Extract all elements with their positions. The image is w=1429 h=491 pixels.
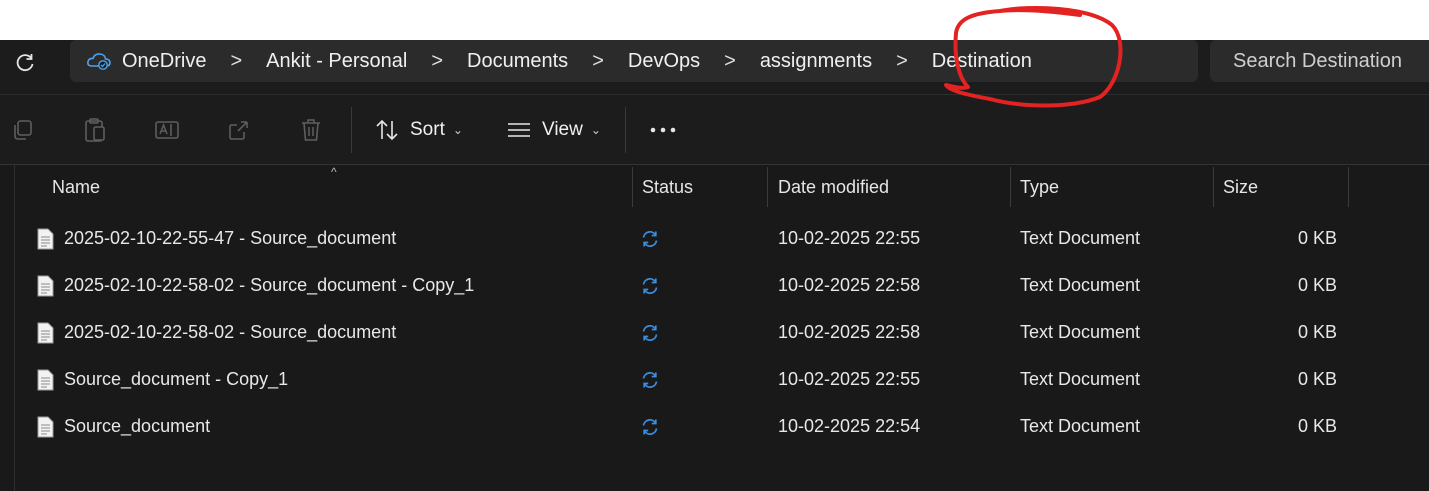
column-header-date[interactable]: Date modified: [778, 165, 889, 209]
file-name: 2025-02-10-22-58-02 - Source_document - …: [64, 275, 475, 295]
sort-icon: [376, 119, 398, 141]
file-date: 10-02-2025 22:58: [778, 322, 921, 342]
breadcrumb-separator[interactable]: >: [230, 50, 242, 73]
sync-pending-icon: [642, 230, 658, 247]
sync-pending-icon: [642, 371, 658, 388]
view-label: View: [542, 119, 583, 140]
refresh-button[interactable]: [10, 48, 40, 78]
column-header-type[interactable]: Type: [1020, 165, 1059, 209]
file-date: 10-02-2025 22:55: [778, 228, 921, 248]
sort-label: Sort: [410, 119, 445, 140]
file-type: Text Document: [1020, 322, 1141, 342]
more-options-button[interactable]: [648, 117, 678, 143]
share-button[interactable]: [226, 117, 252, 143]
file-name: Source_document - Copy_1: [64, 369, 289, 389]
toolbar-separator: [625, 107, 626, 153]
toolbar-separator: [351, 107, 352, 153]
share-icon: [229, 121, 248, 140]
onedrive-icon: [86, 51, 112, 71]
column-header-status[interactable]: Status: [642, 165, 693, 209]
breadcrumb-separator[interactable]: >: [431, 50, 443, 73]
text-file-icon: [37, 369, 54, 390]
table-row[interactable]: Source_document - Copy_1 10-02-2025 22:5…: [0, 356, 1429, 403]
file-type: Text Document: [1020, 228, 1141, 248]
column-divider[interactable]: [1010, 167, 1011, 207]
sort-button[interactable]: Sort ⌄: [374, 115, 463, 145]
column-headers: ^ Name Status Date modified Type Size: [0, 165, 1429, 209]
rename-icon: [155, 121, 179, 139]
file-type: Text Document: [1020, 369, 1141, 389]
file-size: 0 KB: [1297, 228, 1337, 248]
column-divider[interactable]: [1213, 167, 1214, 207]
text-file-icon: [37, 322, 54, 343]
breadcrumb-item-devops[interactable]: DevOps: [628, 50, 700, 73]
breadcrumb-item-destination[interactable]: Destination: [932, 50, 1032, 73]
breadcrumb-separator[interactable]: >: [896, 50, 908, 73]
text-file-icon: [37, 275, 54, 296]
refresh-icon: [16, 54, 34, 72]
file-size: 0 KB: [1297, 416, 1337, 436]
file-date: 10-02-2025 22:55: [778, 369, 921, 389]
copy-button[interactable]: [10, 117, 36, 143]
file-date: 10-02-2025 22:58: [778, 275, 921, 295]
breadcrumb[interactable]: OneDrive > Ankit - Personal > Documents …: [70, 40, 1198, 82]
breadcrumb-item-documents[interactable]: Documents: [467, 50, 568, 73]
file-size: 0 KB: [1297, 322, 1337, 342]
sync-pending-icon: [642, 277, 658, 294]
top-margin: [0, 0, 1429, 40]
column-divider[interactable]: [1348, 167, 1349, 207]
file-size: 0 KB: [1297, 369, 1337, 389]
file-name: 2025-02-10-22-58-02 - Source_document: [64, 322, 397, 342]
sync-pending-icon: [642, 324, 658, 341]
copy-icon: [14, 120, 32, 140]
more-icon: [650, 127, 676, 133]
column-divider[interactable]: [767, 167, 768, 207]
paste-button[interactable]: [82, 117, 108, 143]
table-row[interactable]: Source_document 10-02-2025 22:54 Text Do…: [0, 403, 1429, 450]
column-divider[interactable]: [632, 167, 633, 207]
column-header-name[interactable]: Name: [52, 165, 100, 209]
breadcrumb-item-assignments[interactable]: assignments: [760, 50, 872, 73]
chevron-down-icon: ⌄: [590, 123, 601, 137]
table-row[interactable]: 2025-02-10-22-58-02 - Source_document - …: [0, 262, 1429, 309]
file-date: 10-02-2025 22:54: [778, 416, 921, 436]
view-icon: [508, 123, 530, 137]
search-input[interactable]: Search Destination: [1210, 40, 1429, 82]
file-type: Text Document: [1020, 416, 1141, 436]
command-bar: Sort ⌄ View ⌄: [0, 95, 1429, 165]
column-header-size[interactable]: Size: [1223, 165, 1258, 209]
table-row[interactable]: 2025-02-10-22-58-02 - Source_document 10…: [0, 309, 1429, 356]
file-size: 0 KB: [1297, 275, 1337, 295]
delete-button[interactable]: [298, 117, 324, 143]
address-bar-row: OneDrive > Ankit - Personal > Documents …: [0, 40, 1429, 95]
trash-icon: [302, 119, 320, 141]
breadcrumb-separator[interactable]: >: [724, 50, 736, 73]
paste-icon: [85, 118, 105, 142]
breadcrumb-separator[interactable]: >: [592, 50, 604, 73]
file-type: Text Document: [1020, 275, 1141, 295]
view-button[interactable]: View ⌄: [506, 115, 601, 145]
rename-button[interactable]: [154, 117, 180, 143]
file-name: 2025-02-10-22-55-47 - Source_document: [64, 228, 397, 248]
breadcrumb-item-onedrive[interactable]: OneDrive: [122, 50, 206, 73]
sync-pending-icon: [642, 418, 658, 435]
text-file-icon: [37, 416, 54, 437]
chevron-down-icon: ⌄: [452, 123, 463, 137]
breadcrumb-item-ankit-personal[interactable]: Ankit - Personal: [266, 50, 407, 73]
table-row[interactable]: 2025-02-10-22-55-47 - Source_document 10…: [0, 215, 1429, 262]
sort-ascending-icon: ^: [331, 165, 337, 179]
file-name: Source_document: [64, 416, 211, 436]
text-file-icon: [37, 228, 54, 249]
